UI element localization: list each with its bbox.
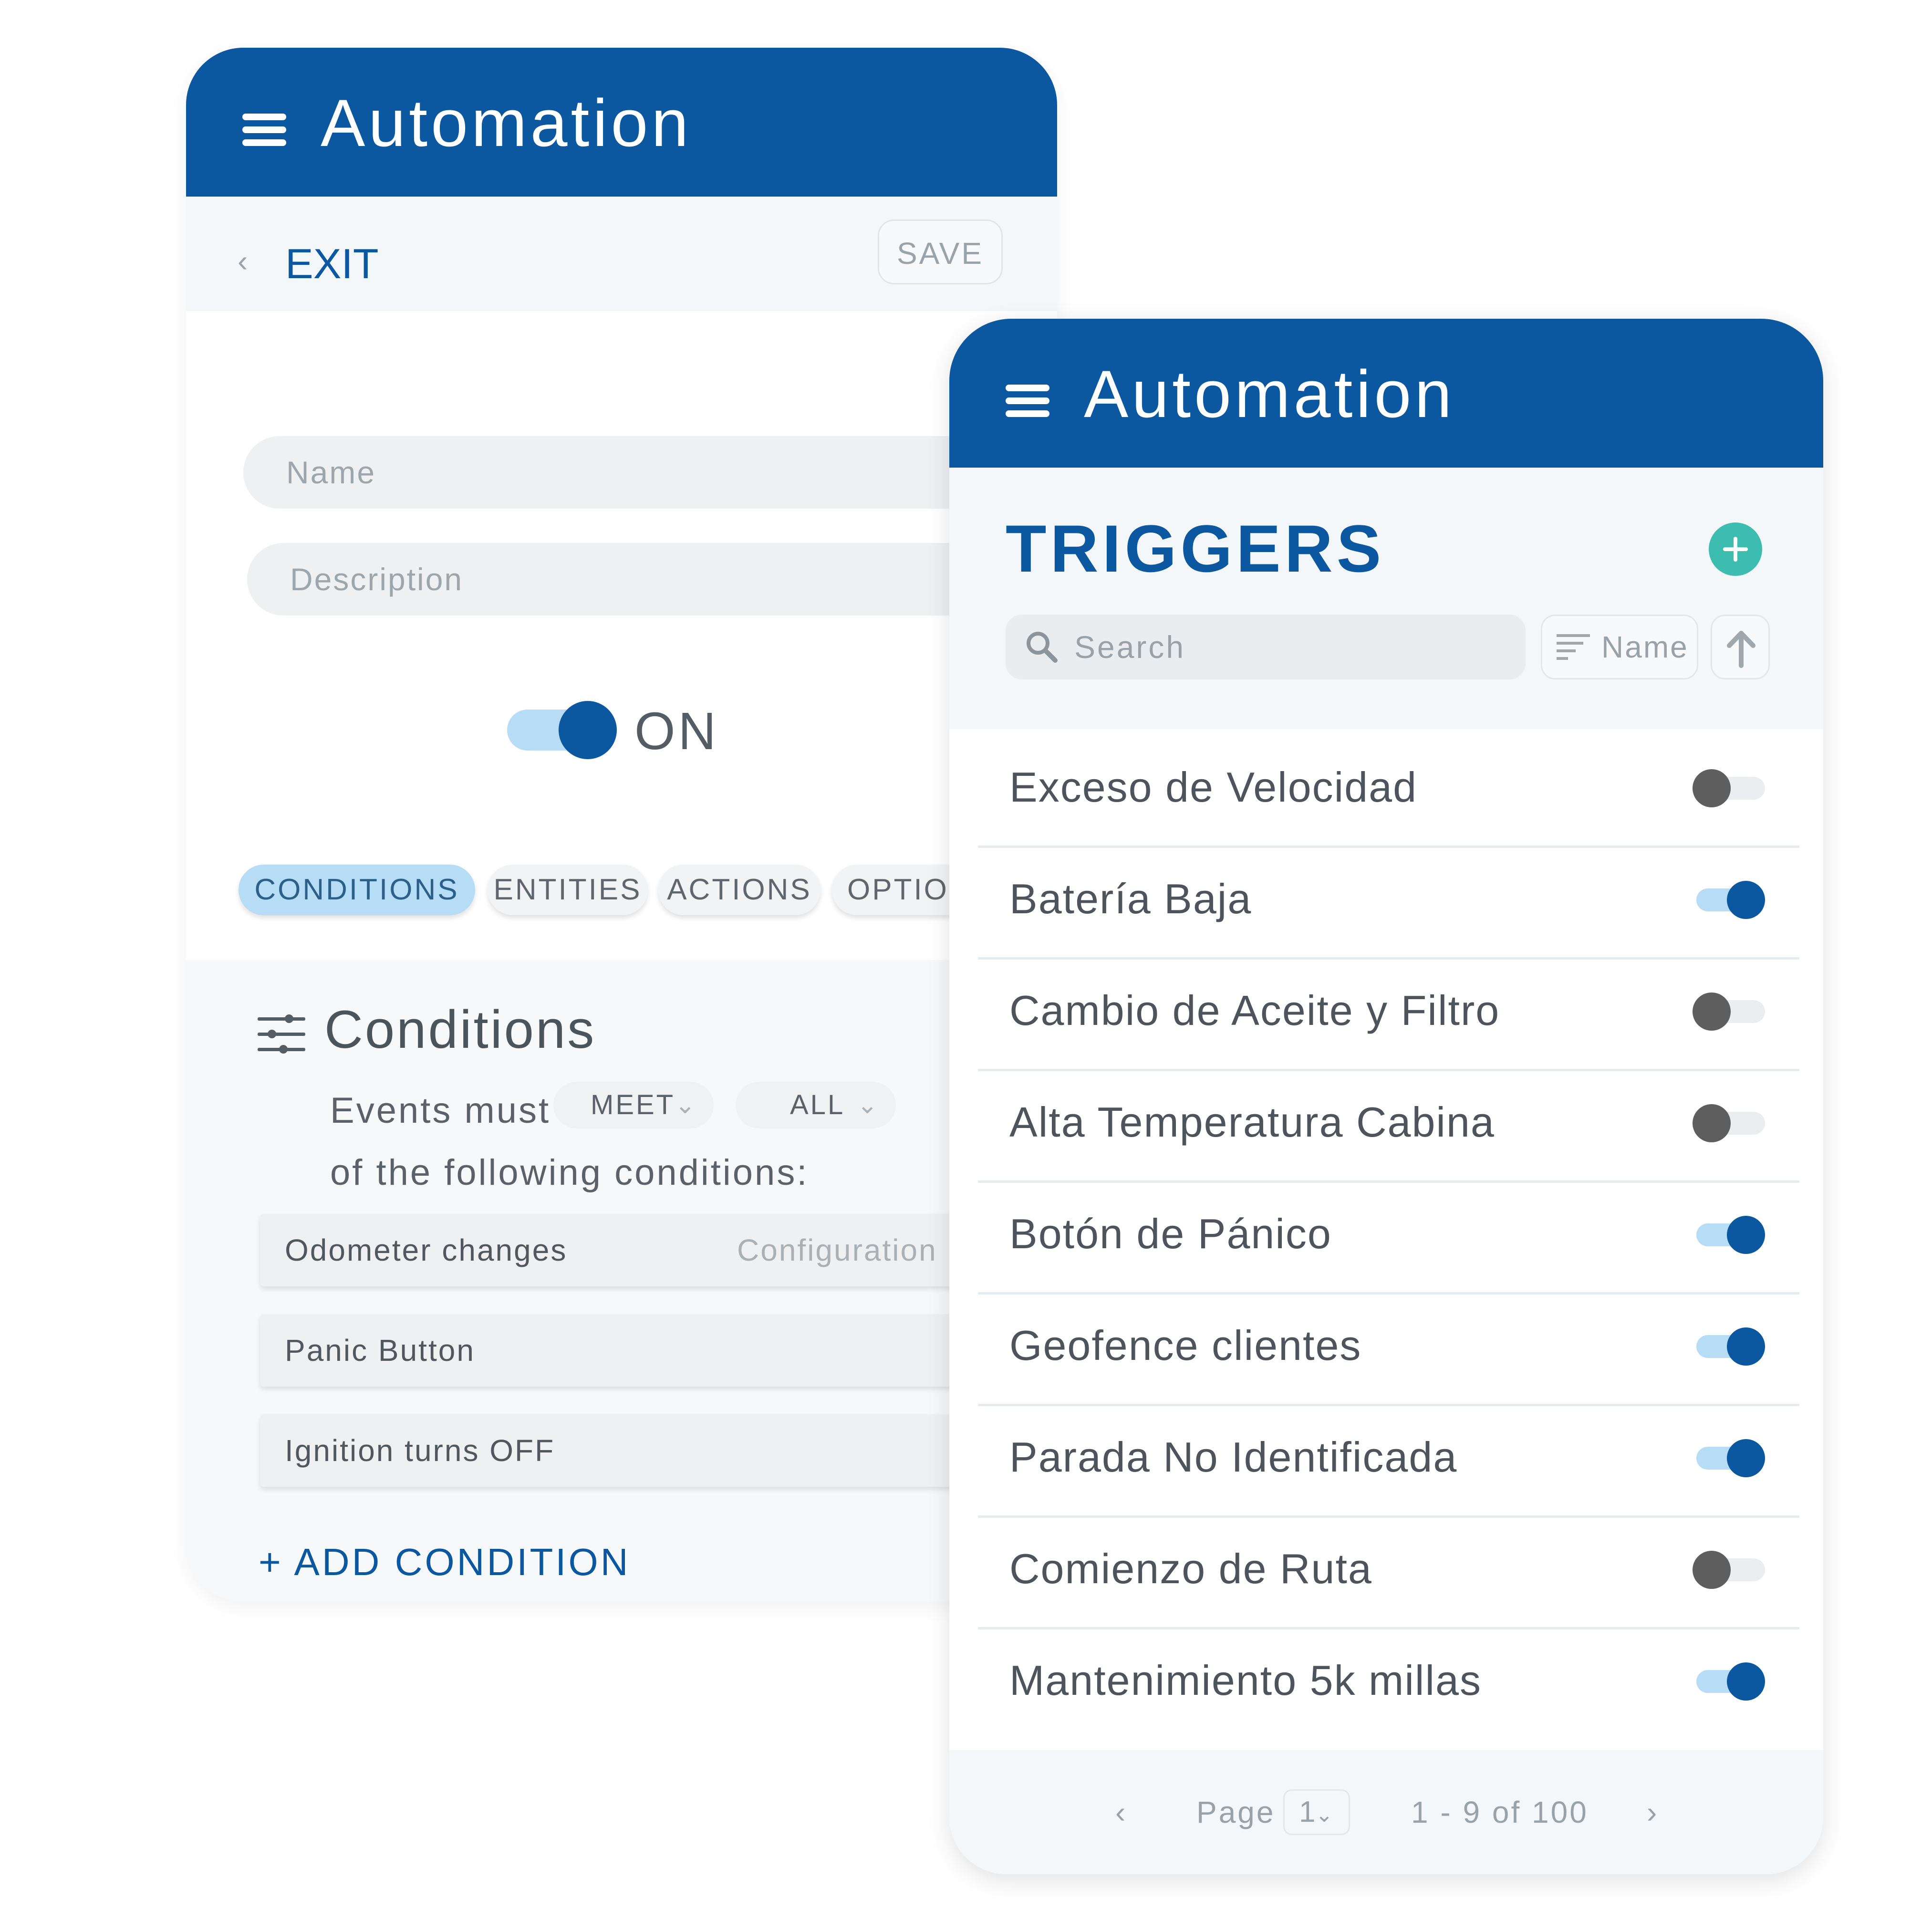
automation-enabled-toggle[interactable] <box>507 701 617 759</box>
search-input[interactable]: Search <box>1006 615 1526 679</box>
toggle-knob <box>1727 1439 1765 1477</box>
toggle-knob <box>1693 769 1731 807</box>
trigger-row[interactable]: Cambio de Aceite y Filtro <box>978 952 1799 1071</box>
configuration-link[interactable]: Configuration <box>737 1214 937 1286</box>
trigger-toggle[interactable] <box>1693 1438 1765 1478</box>
toggle-knob <box>1727 1216 1765 1254</box>
triggers-toolbar: TRIGGERS Search Name <box>949 468 1823 729</box>
search-icon <box>1027 632 1058 663</box>
tab-actions[interactable]: ACTIONS <box>658 865 821 915</box>
trigger-row[interactable]: Alta Temperatura Cabina <box>978 1064 1799 1183</box>
trigger-label: Cambio de Aceite y Filtro <box>1009 987 1500 1034</box>
trigger-toggle[interactable] <box>1693 1550 1765 1590</box>
trigger-toggle[interactable] <box>1693 1103 1765 1143</box>
triggers-header: Automation <box>949 319 1823 468</box>
condition-label: Odometer changes <box>285 1233 568 1267</box>
trigger-label: Comienzo de Ruta <box>1009 1545 1372 1592</box>
triggers-title: TRIGGERS <box>1006 511 1385 586</box>
trigger-label: Alta Temperatura Cabina <box>1009 1098 1495 1146</box>
toggle-knob <box>1727 1327 1765 1366</box>
trigger-row[interactable]: Geofence clientes <box>978 1287 1799 1406</box>
page-number: 1 <box>1299 1796 1316 1828</box>
trigger-toggle[interactable] <box>1693 880 1765 920</box>
automation-editor-panel: Automation ‹ EXIT SAVE Name Description … <box>186 48 1057 1602</box>
trigger-row[interactable]: Botón de Pánico <box>978 1176 1799 1295</box>
toggle-knob <box>1693 1551 1731 1589</box>
events-must-text: Events must <box>330 1090 551 1131</box>
add-trigger-plus-icon[interactable] <box>1709 522 1762 576</box>
meet-dropdown[interactable]: MEET ⌄ <box>553 1082 714 1128</box>
page-label: Page <box>1196 1795 1276 1829</box>
chevron-down-icon: ⌄ <box>857 1091 880 1119</box>
pagination: ‹ Page 1⌄ 1 - 9 of 100 › <box>949 1750 1823 1874</box>
trigger-row[interactable]: Mantenimiento 5k millas <box>978 1622 1799 1739</box>
condition-row[interactable]: Ignition turns OFF <box>260 1414 1047 1487</box>
meet-dropdown-value: MEET <box>591 1089 675 1120</box>
toggle-knob <box>559 701 617 759</box>
trigger-toggle[interactable] <box>1693 992 1765 1032</box>
triggers-list: Exceso de Velocidad Batería Baja Cambio … <box>949 729 1823 1741</box>
name-input[interactable]: Name <box>243 436 1054 509</box>
trigger-row[interactable]: Parada No Identificada <box>978 1399 1799 1518</box>
sort-field-label: Name <box>1601 630 1689 664</box>
editor-form: Name Description ON CONDITIONS ENTITIES … <box>186 311 1057 960</box>
tab-conditions[interactable]: CONDITIONS <box>239 865 475 915</box>
toggle-state-label: ON <box>634 702 719 761</box>
chevron-left-icon[interactable]: ‹ <box>238 246 248 276</box>
editor-toolbar: ‹ EXIT SAVE <box>186 197 1057 311</box>
trigger-row[interactable]: Batería Baja <box>978 841 1799 960</box>
page-select[interactable]: 1⌄ <box>1283 1789 1350 1835</box>
chevron-down-icon: ⌄ <box>1315 1803 1333 1827</box>
description-input[interactable]: Description <box>247 543 1057 616</box>
save-button[interactable]: SAVE <box>878 219 1003 284</box>
chevron-right-icon[interactable]: › <box>1647 1750 1659 1874</box>
trigger-toggle[interactable] <box>1693 1215 1765 1255</box>
triggers-app-title: Automation <box>1084 356 1455 431</box>
condition-label: Panic Button <box>285 1333 475 1368</box>
conditions-heading: Conditions <box>324 1000 596 1059</box>
toggle-knob <box>1693 1104 1731 1142</box>
trigger-label: Mantenimiento 5k millas <box>1009 1657 1482 1704</box>
toggle-knob <box>1727 1662 1765 1701</box>
search-placeholder: Search <box>1074 629 1186 665</box>
trigger-label: Botón de Pánico <box>1009 1210 1332 1257</box>
trigger-label: Batería Baja <box>1009 875 1252 922</box>
chevron-down-icon: ⌄ <box>675 1091 697 1119</box>
toggle-knob <box>1727 881 1765 919</box>
exit-button[interactable]: EXIT <box>285 240 379 288</box>
trigger-toggle[interactable] <box>1693 1661 1765 1702</box>
conditions-section: Conditions Events must MEET ⌄ ALL ⌄ of t… <box>186 960 1057 1602</box>
page-range: 1 - 9 of 100 <box>1411 1795 1589 1829</box>
sort-field-dropdown[interactable]: Name <box>1541 615 1698 679</box>
trigger-row[interactable]: Exceso de Velocidad <box>978 729 1799 848</box>
trigger-row[interactable]: Comienzo de Ruta <box>978 1511 1799 1629</box>
all-dropdown-value: ALL <box>790 1089 845 1120</box>
trigger-toggle[interactable] <box>1693 1326 1765 1367</box>
sliders-icon <box>258 1014 305 1054</box>
editor-title: Automation <box>321 85 692 160</box>
triggers-panel: Automation TRIGGERS Search Name Exceso d… <box>949 319 1823 1874</box>
following-conditions-text: of the following conditions: <box>330 1152 809 1193</box>
tab-entities[interactable]: ENTITIES <box>488 865 648 915</box>
condition-row[interactable]: Odometer changes Configuration <box>260 1214 1047 1286</box>
trigger-label: Geofence clientes <box>1009 1322 1362 1369</box>
hamburger-menu-icon[interactable] <box>1006 385 1049 417</box>
editor-header: Automation <box>186 48 1057 197</box>
sort-lines-icon <box>1557 634 1590 660</box>
condition-row[interactable]: Panic Button <box>260 1314 1047 1387</box>
all-dropdown[interactable]: ALL ⌄ <box>736 1082 896 1128</box>
add-condition-button[interactable]: + ADD CONDITION <box>259 1543 631 1581</box>
trigger-label: Parada No Identificada <box>1009 1433 1458 1481</box>
condition-label: Ignition turns OFF <box>285 1433 555 1468</box>
arrow-up-icon <box>1727 631 1755 668</box>
toggle-knob <box>1693 992 1731 1031</box>
trigger-toggle[interactable] <box>1693 768 1765 808</box>
sort-direction-button[interactable] <box>1711 615 1770 679</box>
hamburger-menu-icon[interactable] <box>242 114 286 146</box>
chevron-left-icon[interactable]: ‹ <box>1115 1750 1127 1874</box>
trigger-label: Exceso de Velocidad <box>1009 763 1418 811</box>
